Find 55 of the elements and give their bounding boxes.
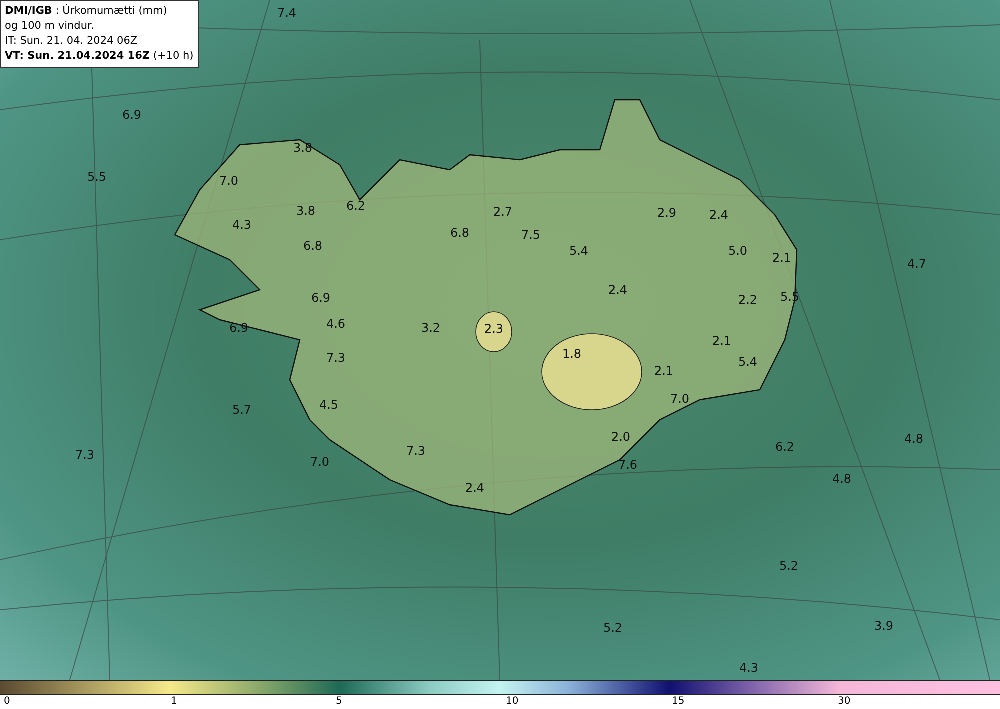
- precipitation-value: 6.9: [122, 108, 142, 122]
- precipitation-value: 4.7: [907, 257, 927, 271]
- precipitation-value: 2.4: [608, 283, 628, 297]
- precipitation-value: 3.8: [293, 141, 313, 155]
- precipitation-value: 2.3: [484, 322, 504, 336]
- precipitation-value: 2.1: [712, 334, 732, 348]
- precipitation-value: 7.3: [406, 444, 426, 458]
- precipitation-value: 6.2: [775, 440, 795, 454]
- precipitation-value: 6.8: [303, 239, 323, 253]
- precipitation-value: 6.2: [346, 199, 366, 213]
- scale-label: 5: [336, 696, 342, 707]
- precipitation-value: 7.0: [219, 174, 239, 188]
- precipitation-value: 4.3: [739, 661, 759, 675]
- info-text: VT: Sun. 21.04.2024 16Z (+10 h): [5, 49, 194, 64]
- precipitation-value: 7.0: [310, 455, 330, 469]
- precipitation-value: 3.2: [421, 321, 441, 335]
- precipitation-value: 3.8: [296, 204, 316, 218]
- precipitation-value: 7.3: [326, 351, 346, 365]
- precipitation-value: 5.4: [738, 355, 758, 369]
- precipitation-value: 5.2: [779, 559, 799, 573]
- scale-label: 0: [4, 696, 10, 707]
- precipitation-value: 7.4: [277, 6, 297, 20]
- precipitation-value: 2.4: [465, 481, 485, 495]
- precipitation-value: 2.4: [709, 208, 729, 222]
- info-text: DMI/IGB : Úrkomumætti (mm): [5, 4, 168, 19]
- scale-label: 1: [171, 696, 178, 707]
- precipitation-value: 6.8: [450, 226, 470, 240]
- precipitation-value: 1.8: [562, 347, 582, 361]
- precipitation-value: 5.4: [569, 244, 589, 258]
- precipitation-value: 2.9: [657, 206, 677, 220]
- precipitation-value: 2.0: [611, 430, 631, 444]
- precipitation-value: 5.2: [603, 621, 623, 635]
- info-text: IT: Sun. 21. 04. 2024 06Z: [5, 34, 139, 49]
- precipitation-value: 7.0: [670, 392, 690, 406]
- precipitation-value: 2.7: [493, 205, 513, 219]
- scale-label: 15: [672, 696, 685, 707]
- scale-label: 10: [506, 696, 519, 707]
- precipitation-value: 3.9: [874, 619, 894, 633]
- precipitation-value: 2.1: [772, 251, 792, 265]
- precipitation-value: 5.7: [232, 403, 252, 417]
- precipitation-value: 4.6: [326, 317, 346, 331]
- precipitation-value: 7.6: [618, 458, 638, 472]
- precipitation-value: 5.5: [87, 170, 107, 184]
- info-text: og 100 m vindur.: [5, 19, 96, 34]
- precipitation-value: 2.2: [738, 293, 758, 307]
- precipitation-value: 6.9: [311, 291, 331, 305]
- precipitation-value: 4.3: [232, 218, 252, 232]
- scale-label: 30: [838, 696, 851, 707]
- precipitation-value: 4.5: [319, 398, 339, 412]
- precipitation-value: 7.3: [75, 448, 95, 462]
- precipitation-value: 4.8: [832, 472, 852, 486]
- precipitation-value: 4.8: [904, 432, 924, 446]
- precipitation-value: 2.1: [654, 364, 674, 378]
- precipitation-value: 5.0: [728, 244, 748, 258]
- precipitation-value: 7.5: [521, 228, 541, 242]
